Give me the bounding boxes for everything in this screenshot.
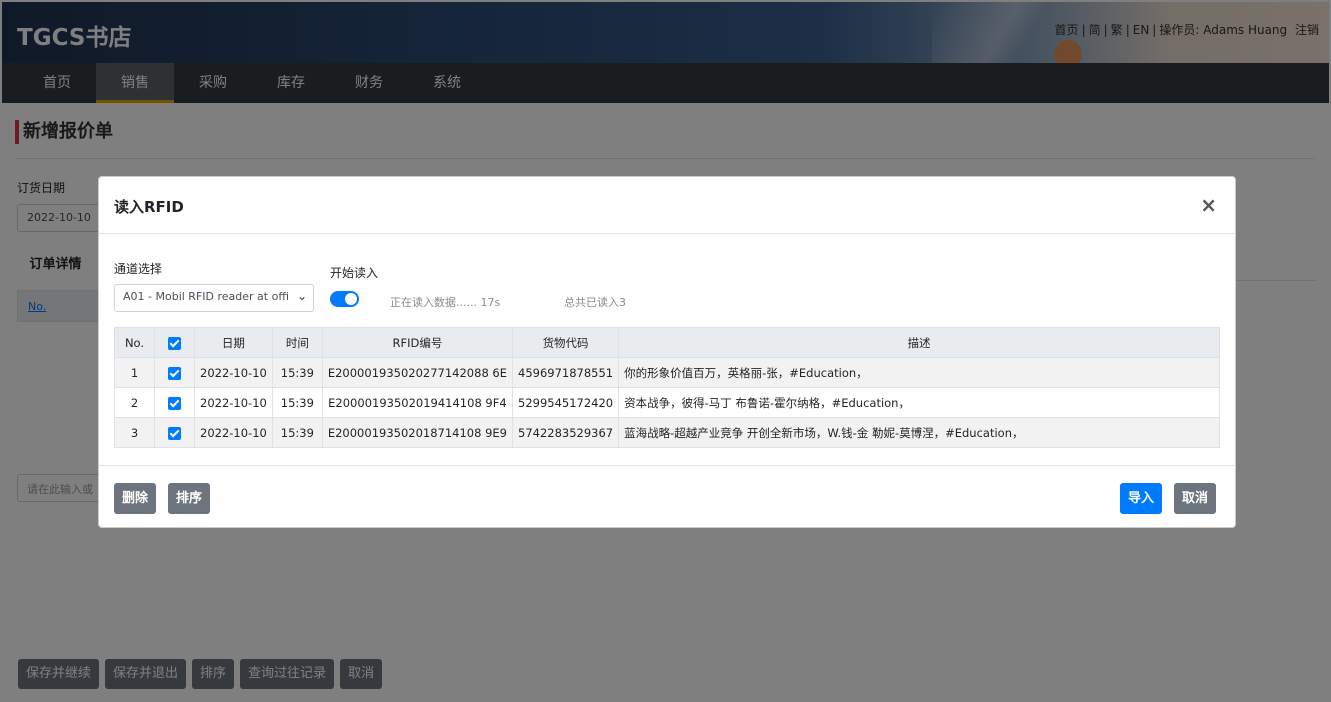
table-row[interactable]: 3 2022-10-10 15:39 E20000193502018714108… <box>114 417 1220 448</box>
row-checkbox[interactable] <box>168 366 181 380</box>
cell-desc: 资本战争，彼得-马丁 布鲁诺-霍尔纳格，#Education， <box>618 387 1220 418</box>
channel-label: 通道选择 <box>114 262 163 276</box>
cell-time: 15:39 <box>271 357 323 388</box>
toggle-knob <box>345 293 357 305</box>
chevron-down-icon: ⌄ <box>296 289 307 303</box>
start-reading-toggle[interactable] <box>330 291 359 307</box>
modal-footer: 删除 排序 导入 取消 <box>99 465 1235 529</box>
rfid-modal: 读入RFID × 通道选择 A01 - Mobil RFID reader at… <box>98 176 1236 528</box>
cell-date: 2022-10-10 <box>194 417 273 448</box>
total-read-count: 总共已读入3 <box>564 296 626 309</box>
row-checkbox[interactable] <box>168 426 181 440</box>
close-icon[interactable]: × <box>1200 195 1217 215</box>
cell-rfid: E20000193502019414108 9F4 <box>321 387 514 418</box>
cell-desc: 你的形象价值百万，英格丽-张，#Education， <box>618 357 1220 388</box>
table-row[interactable]: 2 2022-10-10 15:39 E20000193502019414108… <box>114 387 1220 418</box>
cell-no: 1 <box>114 357 155 388</box>
modal-title: 读入RFID <box>114 198 184 216</box>
cell-code: 5742283529367 <box>511 417 620 448</box>
column-header-time: 时间 <box>271 327 323 358</box>
cell-no: 3 <box>114 417 155 448</box>
cell-code: 5299545172420 <box>511 387 620 418</box>
column-header-no: No. <box>114 327 155 358</box>
cell-time: 15:39 <box>271 417 323 448</box>
rfid-table: No. 日期 时间 RFID编号 货物代码 描述 1 2022-10-10 15… <box>114 327 1220 448</box>
sort-button[interactable]: 排序 <box>168 483 211 514</box>
cell-rfid: E20000193502018714108 9E9 <box>321 417 514 448</box>
reading-status: 正在读入数据...... 17s <box>390 296 501 309</box>
cell-desc: 蓝海战略-超越产业竞争 开创全新市场，W.钱-金 勒妮-莫博涅，#Educati… <box>618 417 1220 448</box>
cell-select <box>154 357 195 388</box>
modal-header: 读入RFID × <box>99 177 1235 234</box>
cell-rfid: E200001935020277142088 6E <box>321 357 514 388</box>
column-header-desc: 描述 <box>618 327 1220 358</box>
cell-date: 2022-10-10 <box>194 357 273 388</box>
select-all-checkbox[interactable] <box>168 336 181 350</box>
column-header-code: 货物代码 <box>511 327 620 358</box>
cell-no: 2 <box>114 387 155 418</box>
delete-button[interactable]: 删除 <box>114 483 157 514</box>
cell-time: 15:39 <box>271 387 323 418</box>
channel-select[interactable]: A01 - Mobil RFID reader at offi ⌄ <box>114 284 314 312</box>
column-header-date: 日期 <box>194 327 273 358</box>
cell-select <box>154 387 195 418</box>
import-button[interactable]: 导入 <box>1120 483 1163 514</box>
cancel-button[interactable]: 取消 <box>1174 483 1217 514</box>
cell-date: 2022-10-10 <box>194 387 273 418</box>
column-header-rfid: RFID编号 <box>321 327 514 358</box>
cell-code: 4596971878551 <box>511 357 620 388</box>
row-checkbox[interactable] <box>168 396 181 410</box>
channel-select-value: A01 - Mobil RFID reader at offi <box>123 290 289 303</box>
start-reading-label: 开始读入 <box>330 266 379 280</box>
table-header-row: No. 日期 时间 RFID编号 货物代码 描述 <box>114 327 1220 358</box>
table-row[interactable]: 1 2022-10-10 15:39 E20000193502027714208… <box>114 357 1220 388</box>
cell-select <box>154 417 195 448</box>
column-header-select <box>154 327 195 358</box>
